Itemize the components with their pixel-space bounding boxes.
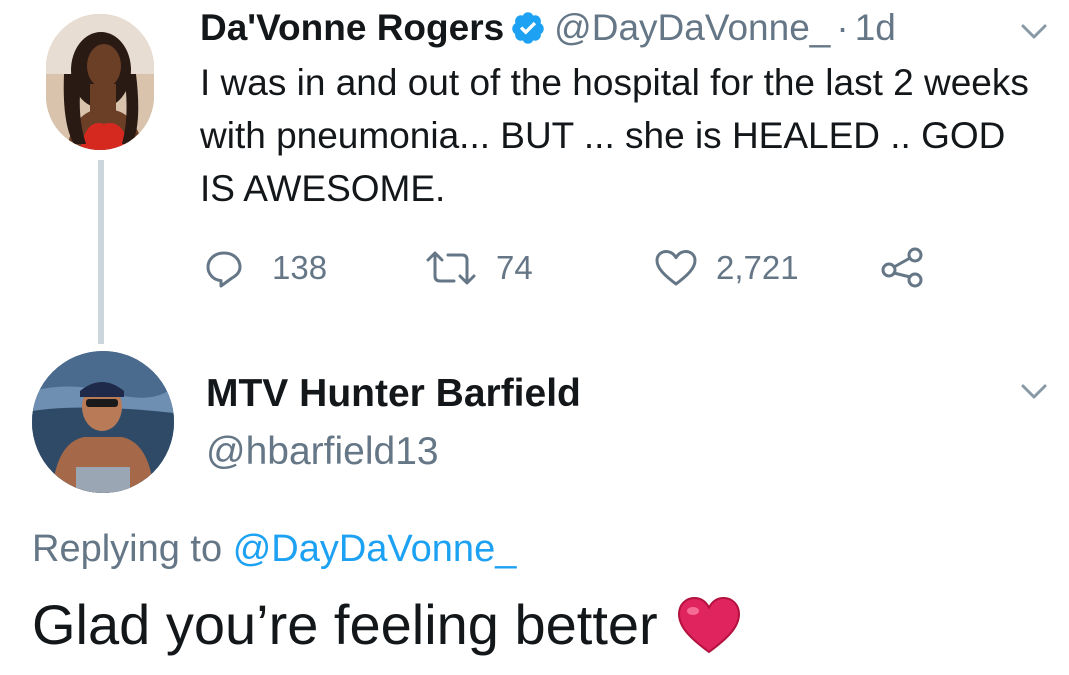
- avatar-image: [32, 351, 174, 493]
- retweet-count: 74: [496, 249, 533, 286]
- replying-to-label: Replying to: [32, 528, 223, 570]
- chevron-down-icon[interactable]: [1020, 382, 1048, 402]
- reply-text: Glad you’re feeling better: [32, 593, 658, 656]
- reply-icon: [206, 251, 242, 288]
- reply-text-row: Glad you’re feeling better: [32, 592, 742, 657]
- retweet-button[interactable]: 74: [424, 244, 533, 292]
- chevron-down-icon[interactable]: [1020, 22, 1048, 42]
- avatar-davonne-rogers[interactable]: [46, 14, 154, 150]
- replying-to-line: Replying to @DayDaVonne_: [32, 528, 516, 571]
- tweet-text: I was in and out of the hospital for the…: [200, 62, 1029, 209]
- author-display-name[interactable]: Da'Vonne Rogers: [200, 7, 504, 49]
- like-count: 2,721: [716, 249, 799, 286]
- red-heart-emoji: [677, 596, 740, 653]
- tweet-header: Da'Vonne Rogers @DayDaVonne_ · 1d: [200, 4, 896, 52]
- retweet-icon: [426, 251, 476, 285]
- tweet-timestamp[interactable]: 1d: [855, 7, 896, 49]
- reply-author-handle[interactable]: @hbarfield13: [206, 430, 439, 474]
- reply-count: 138: [272, 249, 328, 286]
- reply-button[interactable]: 138: [204, 244, 327, 292]
- avatar-hunter-barfield[interactable]: [32, 351, 174, 493]
- share-icon[interactable]: [880, 246, 926, 288]
- author-handle[interactable]: @DayDaVonne_: [554, 7, 830, 49]
- avatar-image: [46, 14, 154, 150]
- like-button[interactable]: 2,721: [654, 244, 799, 292]
- replying-to-mention[interactable]: @DayDaVonne_: [233, 528, 517, 570]
- heart-icon: [655, 250, 697, 286]
- thread-connector-line: [98, 160, 104, 344]
- reply-author-display-name[interactable]: MTV Hunter Barfield: [206, 372, 581, 416]
- separator-dot: ·: [836, 7, 849, 48]
- verified-badge-icon: [512, 12, 544, 44]
